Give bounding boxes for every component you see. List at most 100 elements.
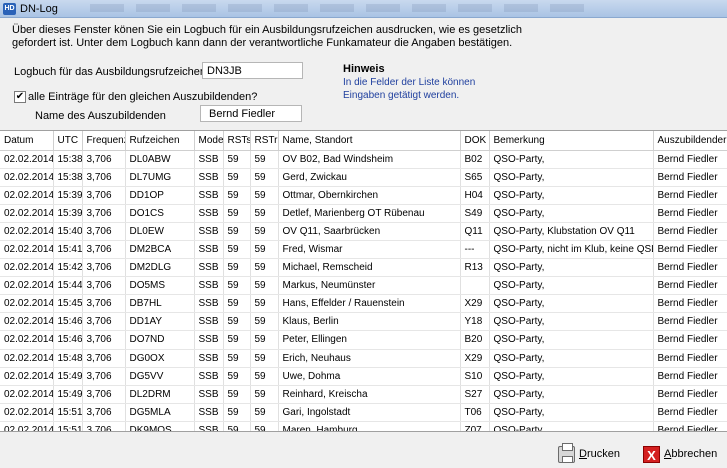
table-cell[interactable]: Bernd Fiedler [653, 294, 727, 314]
table-cell[interactable]: Hans, Effelder / Rauenstein [278, 294, 461, 314]
table-cell[interactable]: 59 [223, 186, 251, 205]
table-cell[interactable]: SSB [194, 403, 224, 422]
table-cell[interactable]: 15:45 [53, 294, 83, 314]
column-header[interactable]: Mode [194, 131, 224, 151]
table-cell[interactable]: Bernd Fiedler [653, 168, 727, 187]
table-cell[interactable]: DG5MLA [125, 403, 195, 422]
column-header[interactable]: Datum [0, 131, 54, 151]
table-cell[interactable]: 15:41 [53, 240, 83, 260]
table-cell[interactable]: DO7ND [125, 330, 195, 350]
table-cell[interactable]: H04 [460, 186, 490, 205]
table-cell[interactable]: 15:39 [53, 204, 83, 223]
table-row[interactable]: 02.02.2014 15:41 3,706 DM2BCA SSB 59 59 Fred, … [0, 240, 727, 260]
table-cell[interactable]: QSO-Party, [489, 186, 654, 205]
table-cell[interactable]: 59 [250, 385, 279, 404]
table-cell[interactable]: QSO-Party, [489, 385, 654, 404]
column-header[interactable]: DOK [460, 131, 490, 151]
table-cell[interactable]: Bernd Fiedler [653, 312, 727, 332]
table-cell[interactable]: 59 [223, 258, 251, 278]
table-cell[interactable]: DG0OX [125, 349, 195, 368]
table-cell[interactable]: 59 [223, 222, 251, 241]
table-cell[interactable]: SSB [194, 150, 224, 169]
all-entries-checkbox[interactable]: ✔ [14, 91, 26, 103]
table-cell[interactable]: SSB [194, 385, 224, 404]
table-cell[interactable]: DO5MS [125, 276, 195, 296]
table-cell[interactable]: 02.02.2014 [0, 222, 54, 241]
table-cell[interactable]: 59 [223, 168, 251, 187]
table-cell[interactable]: 59 [223, 330, 251, 350]
table-cell[interactable]: SSB [194, 421, 224, 431]
table-cell[interactable]: 59 [223, 367, 251, 386]
table-cell[interactable]: 59 [250, 330, 279, 350]
table-cell[interactable]: 02.02.2014 [0, 330, 54, 350]
table-cell[interactable]: Fred, Wismar [278, 240, 461, 260]
table-cell[interactable]: 3,706 [82, 312, 126, 332]
table-cell[interactable]: 15:38 [53, 150, 83, 169]
table-cell[interactable]: SSB [194, 330, 224, 350]
table-cell[interactable]: Gerd, Zwickau [278, 168, 461, 187]
table-cell[interactable]: 02.02.2014 [0, 150, 54, 169]
table-cell[interactable]: Bernd Fiedler [653, 421, 727, 431]
table-cell[interactable]: 3,706 [82, 258, 126, 278]
table-cell[interactable]: QSO-Party, [489, 403, 654, 422]
table-cell[interactable]: Erich, Neuhaus [278, 349, 461, 368]
table-cell[interactable]: 59 [223, 204, 251, 223]
table-cell[interactable]: QSO-Party, [489, 421, 654, 431]
table-cell[interactable]: Z07 [460, 421, 490, 431]
table-cell[interactable]: 02.02.2014 [0, 168, 54, 187]
table-row[interactable]: 02.02.2014 15:46 3,706 DD1AY SSB 59 59 Klaus, B… [0, 312, 727, 332]
table-cell[interactable]: 02.02.2014 [0, 186, 54, 205]
table-cell[interactable]: 15:48 [53, 349, 83, 368]
table-cell[interactable]: SSB [194, 312, 224, 332]
column-header[interactable]: UTC [53, 131, 83, 151]
table-cell[interactable]: 02.02.2014 [0, 312, 54, 332]
table-row[interactable]: 02.02.2014 15:51 3,706 DG5MLA SSB 59 59 Gari, I… [0, 403, 727, 422]
table-cell[interactable]: DO1CS [125, 204, 195, 223]
table-cell[interactable]: 15:51 [53, 421, 83, 431]
table-cell[interactable]: 3,706 [82, 276, 126, 296]
table-cell[interactable]: Bernd Fiedler [653, 240, 727, 260]
table-cell[interactable]: QSO-Party, Klubstation OV Q11 [489, 222, 654, 241]
table-row[interactable]: 02.02.2014 15:39 3,706 DO1CS SSB 59 59 Detlef,… [0, 204, 727, 223]
table-cell[interactable]: 59 [223, 349, 251, 368]
table-cell[interactable]: 02.02.2014 [0, 421, 54, 431]
table-cell[interactable]: 3,706 [82, 204, 126, 223]
table-cell[interactable]: QSO-Party, [489, 258, 654, 278]
table-cell[interactable]: OV B02, Bad Windsheim [278, 150, 461, 169]
table-cell[interactable]: 59 [250, 276, 279, 296]
table-cell[interactable]: DM2BCA [125, 240, 195, 260]
table-cell[interactable]: 59 [223, 421, 251, 431]
table-cell[interactable]: 59 [250, 168, 279, 187]
table-cell[interactable]: SSB [194, 276, 224, 296]
trainee-input[interactable]: Bernd Fiedler [200, 105, 302, 122]
callsign-input[interactable]: DN3JB [202, 62, 303, 79]
column-header[interactable]: Frequenz [82, 131, 126, 151]
table-cell[interactable]: B20 [460, 330, 490, 350]
table-cell[interactable]: --- [460, 240, 490, 260]
table-cell[interactable]: 59 [250, 240, 279, 260]
table-cell[interactable]: 59 [223, 403, 251, 422]
table-cell[interactable]: 3,706 [82, 222, 126, 241]
table-cell[interactable]: 3,706 [82, 168, 126, 187]
table-cell[interactable]: 3,706 [82, 349, 126, 368]
table-cell[interactable]: OV Q11, Saarbrücken [278, 222, 461, 241]
table-cell[interactable]: Bernd Fiedler [653, 330, 727, 350]
table-row[interactable]: 02.02.2014 15:44 3,706 DO5MS SSB 59 59 Markus, … [0, 276, 727, 296]
table-cell[interactable]: DB7HL [125, 294, 195, 314]
table-cell[interactable]: 02.02.2014 [0, 204, 54, 223]
table-cell[interactable]: SSB [194, 367, 224, 386]
table-cell[interactable]: Q11 [460, 222, 490, 241]
table-cell[interactable]: Bernd Fiedler [653, 222, 727, 241]
table-cell[interactable]: QSO-Party, [489, 312, 654, 332]
table-cell[interactable] [460, 276, 490, 296]
table-cell[interactable]: 59 [250, 294, 279, 314]
table-cell[interactable]: 59 [250, 258, 279, 278]
table-cell[interactable]: SSB [194, 294, 224, 314]
table-cell[interactable]: T06 [460, 403, 490, 422]
table-cell[interactable]: S27 [460, 385, 490, 404]
table-cell[interactable]: QSO-Party, [489, 276, 654, 296]
table-cell[interactable]: 3,706 [82, 421, 126, 431]
table-cell[interactable]: DD1AY [125, 312, 195, 332]
table-cell[interactable]: QSO-Party, [489, 330, 654, 350]
table-cell[interactable]: 3,706 [82, 367, 126, 386]
